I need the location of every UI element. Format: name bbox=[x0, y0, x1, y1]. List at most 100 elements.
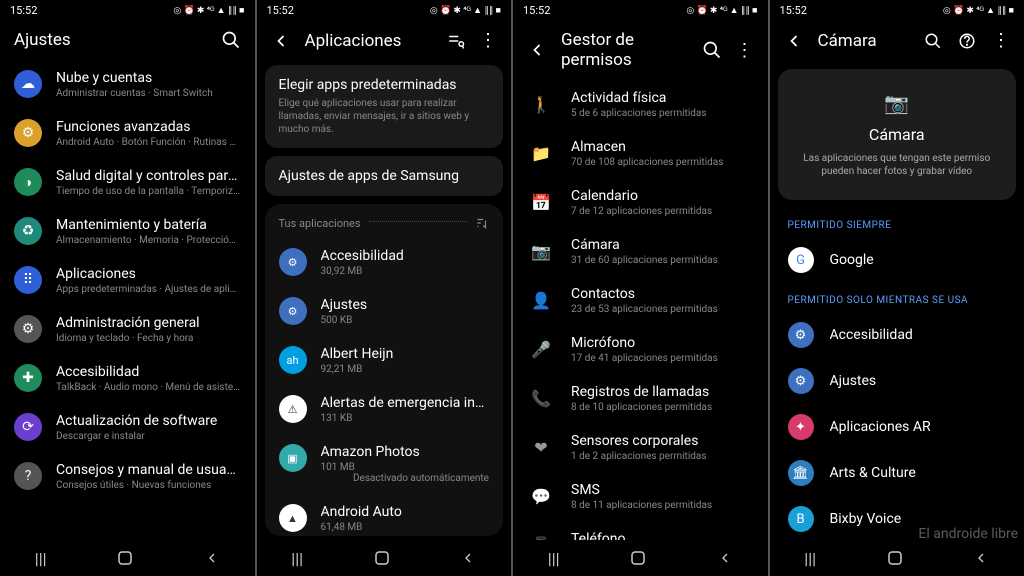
camera-app-row[interactable]: 🏛 Arts & Culture bbox=[770, 450, 1024, 496]
recent-apps-icon[interactable]: ||| bbox=[548, 549, 560, 568]
settings-row[interactable]: ⠿ Aplicaciones Apps predeterminadas · Aj… bbox=[0, 256, 255, 305]
row-icon: ⚙ bbox=[14, 119, 42, 147]
home-icon[interactable] bbox=[886, 549, 904, 567]
back-icon[interactable] bbox=[271, 31, 291, 51]
back-icon[interactable] bbox=[527, 40, 547, 60]
permission-row[interactable]: 📱 Teléfono 63 de 81 aplicaciones permiti… bbox=[513, 521, 768, 540]
panel-sub: Elige qué aplicaciones usar para realiza… bbox=[279, 97, 490, 136]
permission-row[interactable]: 🚶 Actividad física 5 de 6 aplicaciones p… bbox=[513, 80, 768, 129]
camera-icon: 📷 bbox=[884, 91, 909, 115]
dots-fill bbox=[369, 221, 467, 222]
row-icon: ⚙ bbox=[14, 315, 42, 343]
default-apps-panel[interactable]: Elegir apps predeterminadas Elige qué ap… bbox=[265, 65, 504, 148]
samsung-apps-panel[interactable]: Ajustes de apps de Samsung bbox=[265, 156, 504, 196]
permission-title: Calendario bbox=[571, 188, 750, 204]
permission-row[interactable]: 👤 Contactos 23 de 53 aplicaciones permit… bbox=[513, 276, 768, 325]
card-title: Cámara bbox=[798, 125, 997, 144]
more-icon[interactable]: ⋮ bbox=[736, 40, 754, 61]
back-icon[interactable] bbox=[717, 550, 733, 566]
phone-camera-perm: 15:52 ◎ ⏰ ✱ ⁴ᴳ ▲ ∥∥ ■ Cámara ⋮ 📷 Cámara … bbox=[770, 0, 1024, 576]
row-sub: Consejos útiles · Nuevas funciones bbox=[56, 480, 241, 491]
section-header: Tus aplicaciones bbox=[265, 208, 504, 238]
recent-apps-icon[interactable]: ||| bbox=[35, 549, 47, 568]
permission-row[interactable]: 🎤 Micrófono 17 de 41 aplicaciones permit… bbox=[513, 325, 768, 374]
row-title: Consejos y manual de usuario bbox=[56, 462, 241, 478]
permission-row[interactable]: 📅 Calendario 7 de 12 aplicaciones permit… bbox=[513, 178, 768, 227]
app-row[interactable]: ▣ Amazon Photos 101 MB Desactivado autom… bbox=[265, 434, 504, 494]
settings-row[interactable]: ⟳ Actualización de software Descargar e … bbox=[0, 403, 255, 452]
permission-icon: 📞 bbox=[531, 389, 551, 408]
row-icon: ✚ bbox=[14, 364, 42, 392]
search-icon[interactable] bbox=[924, 32, 942, 50]
camera-app-row[interactable]: ⚙ Ajustes bbox=[770, 358, 1024, 404]
search-icon[interactable] bbox=[702, 40, 722, 60]
permission-row[interactable]: 📷 Cámara 31 de 60 aplicaciones permitida… bbox=[513, 227, 768, 276]
settings-row[interactable]: ? Consejos y manual de usuario Consejos … bbox=[0, 452, 255, 501]
more-icon[interactable]: ⋮ bbox=[479, 30, 497, 51]
card-sub: Las aplicaciones que tengan este permiso… bbox=[798, 152, 997, 178]
app-title: Amazon Photos bbox=[321, 444, 490, 460]
app-row[interactable]: ⚙ Accesibilidad 30,92 MB bbox=[265, 238, 504, 287]
app-icon: ⚠ bbox=[279, 395, 307, 423]
app-row[interactable]: ⚠ Alertas de emergencia inalámbric.. 131… bbox=[265, 385, 504, 434]
settings-row[interactable]: ⚙ Funciones avanzadas Android Auto · Bot… bbox=[0, 109, 255, 158]
home-icon[interactable] bbox=[116, 549, 134, 567]
row-title: Aplicaciones bbox=[56, 266, 241, 282]
nav-bar: ||| bbox=[0, 540, 255, 576]
back-icon[interactable] bbox=[973, 550, 989, 566]
nav-bar: ||| bbox=[770, 540, 1024, 576]
permission-row[interactable]: 📁 Almacen 70 de 108 aplicaciones permiti… bbox=[513, 129, 768, 178]
row-icon: ☁ bbox=[14, 70, 42, 98]
app-icon: ⚙ bbox=[788, 368, 814, 394]
row-title: Salud digital y controles parentales bbox=[56, 168, 241, 184]
settings-row[interactable]: ◑ Salud digital y controles parentales T… bbox=[0, 158, 255, 207]
app-sub: 101 MB bbox=[321, 462, 490, 473]
back-icon[interactable] bbox=[204, 550, 220, 566]
permission-title: Teléfono bbox=[571, 531, 750, 540]
help-icon[interactable] bbox=[958, 32, 976, 50]
settings-row[interactable]: ✚ Accesibilidad TalkBack · Audio mono · … bbox=[0, 354, 255, 403]
app-title: Bixby Voice bbox=[830, 511, 902, 527]
panel-title: Ajustes de apps de Samsung bbox=[279, 168, 490, 184]
camera-app-row[interactable]: ⚙ Accesibilidad bbox=[770, 312, 1024, 358]
app-row[interactable]: ⚙ Ajustes 500 KB bbox=[265, 287, 504, 336]
row-icon: ⠿ bbox=[14, 266, 42, 294]
permission-row[interactable]: 💬 SMS 8 de 11 aplicaciones permitidas bbox=[513, 472, 768, 521]
app-icon: G bbox=[788, 247, 814, 273]
settings-row[interactable]: ☁ Nube y cuentas Administrar cuentas · S… bbox=[0, 60, 255, 109]
recent-apps-icon[interactable]: ||| bbox=[804, 549, 816, 568]
settings-row[interactable]: ♻ Mantenimiento y batería Almacenamiento… bbox=[0, 207, 255, 256]
more-icon[interactable]: ⋮ bbox=[992, 30, 1010, 51]
camera-app-row[interactable]: G Google bbox=[770, 237, 1024, 283]
app-title: Google bbox=[830, 252, 874, 268]
recent-apps-icon[interactable]: ||| bbox=[291, 549, 303, 568]
row-title: Actualización de software bbox=[56, 413, 241, 429]
status-icons: ◎ ⏰ ✱ ⁴ᴳ ▲ ∥∥ ■ bbox=[173, 5, 244, 16]
search-icon[interactable] bbox=[221, 30, 241, 50]
header: Cámara ⋮ bbox=[770, 20, 1024, 61]
permission-row[interactable]: 📞 Registros de llamadas 8 de 10 aplicaci… bbox=[513, 374, 768, 423]
settings-row[interactable]: ⚙ Administración general Idioma y teclad… bbox=[0, 305, 255, 354]
app-title: Ajustes bbox=[321, 297, 490, 313]
app-title: Alertas de emergencia inalámbric.. bbox=[321, 395, 490, 411]
camera-app-row[interactable]: ✦ Aplicaciones AR bbox=[770, 404, 1024, 450]
row-title: Mantenimiento y batería bbox=[56, 217, 241, 233]
home-icon[interactable] bbox=[629, 549, 647, 567]
app-icon: B bbox=[788, 506, 814, 532]
filter-search-icon[interactable] bbox=[447, 32, 465, 50]
app-icon: ✦ bbox=[788, 414, 814, 440]
back-icon[interactable] bbox=[460, 550, 476, 566]
app-row[interactable]: ah Albert Heijn 92,21 MB bbox=[265, 336, 504, 385]
permission-row[interactable]: ❤ Sensores corporales 1 de 2 aplicacione… bbox=[513, 423, 768, 472]
back-icon[interactable] bbox=[784, 31, 804, 51]
status-bar: 15:52 ◎ ⏰ ✱ ⁴ᴳ ▲ ∥∥ ■ bbox=[0, 0, 255, 20]
app-title: Accesibilidad bbox=[830, 327, 913, 343]
app-icon: ⚙ bbox=[279, 297, 307, 325]
phone-permissions: 15:52 ◎ ⏰ ✱ ⁴ᴳ ▲ ∥∥ ■ Gestor de permisos… bbox=[513, 0, 768, 576]
home-icon[interactable] bbox=[373, 549, 391, 567]
page-title: Ajustes bbox=[14, 30, 207, 50]
camera-header-card: 📷 Cámara Las aplicaciones que tengan est… bbox=[778, 69, 1017, 200]
app-row[interactable]: ▲ Android Auto 61,48 MB bbox=[265, 494, 504, 532]
permission-title: Actividad física bbox=[571, 90, 750, 106]
sort-icon[interactable] bbox=[475, 216, 489, 230]
